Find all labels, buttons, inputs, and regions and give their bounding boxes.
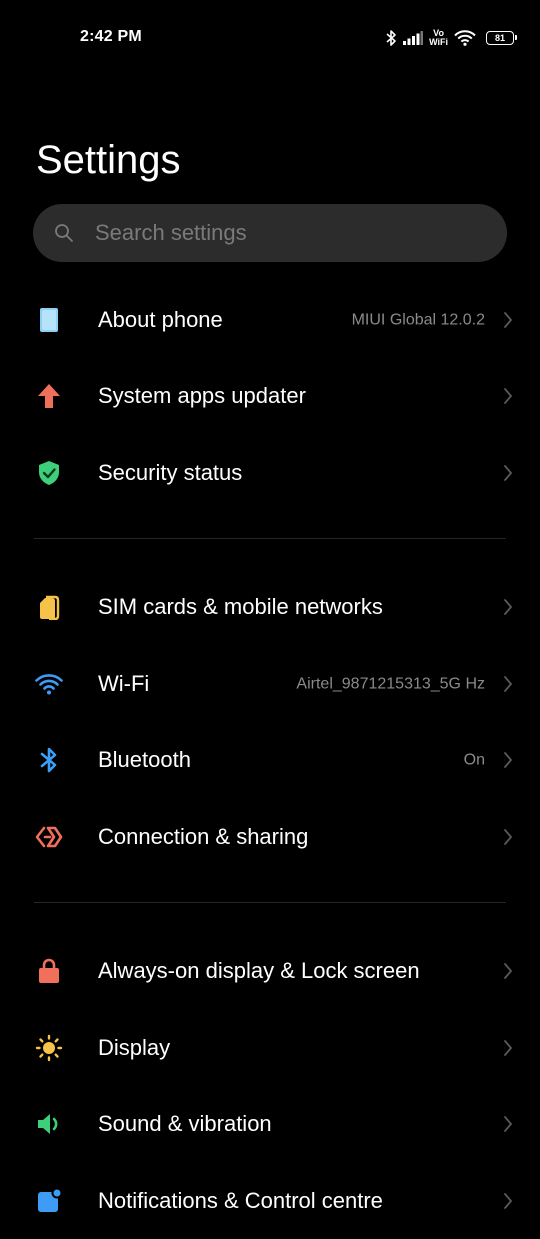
bluetooth-status-icon xyxy=(385,29,397,47)
settings-item-label: System apps updater xyxy=(98,383,306,408)
wifi-status-icon xyxy=(454,30,476,46)
settings-item-system-apps-updater[interactable]: System apps updater xyxy=(0,358,540,434)
vowifi-bottom: WiFi xyxy=(429,37,448,47)
battery-icon: 81 xyxy=(486,31,517,45)
signal-icon xyxy=(403,31,424,45)
chevron-right-icon xyxy=(502,464,514,482)
vowifi-icon: Vo WiFi xyxy=(429,29,448,47)
settings-item-sim-cards[interactable]: SIM cards & mobile networks xyxy=(0,569,540,645)
page-title: Settings xyxy=(36,138,181,182)
notifications-icon xyxy=(34,1186,64,1216)
search-bar[interactable] xyxy=(33,204,507,262)
chevron-right-icon xyxy=(502,751,514,769)
sun-icon xyxy=(34,1033,64,1063)
settings-item-value: MIUI Global 12.0.2 xyxy=(351,311,485,329)
settings-item-about-phone[interactable]: About phone MIUI Global 12.0.2 xyxy=(0,282,540,358)
bluetooth-icon xyxy=(34,745,64,775)
phone-info-icon xyxy=(34,305,64,335)
arrow-up-icon xyxy=(34,381,64,411)
connection-sharing-icon xyxy=(34,822,64,852)
settings-item-label: Bluetooth xyxy=(98,747,191,772)
settings-item-label: Display xyxy=(98,1035,171,1060)
settings-item-security-status[interactable]: Security status xyxy=(0,435,540,511)
speaker-icon xyxy=(34,1109,64,1139)
chevron-right-icon xyxy=(502,828,514,846)
settings-item-label: Connection & sharing xyxy=(98,824,309,849)
settings-item-label: Security status xyxy=(98,460,243,485)
settings-item-label: Always-on display & Lock screen xyxy=(98,958,420,983)
settings-item-display[interactable]: Display xyxy=(0,1010,540,1086)
status-icons: Vo WiFi 81 xyxy=(385,26,517,50)
wifi-icon xyxy=(34,669,64,699)
settings-item-label: SIM cards & mobile networks xyxy=(98,594,383,619)
chevron-right-icon xyxy=(502,311,514,329)
section-divider xyxy=(34,538,506,539)
lock-icon xyxy=(34,956,64,986)
chevron-right-icon xyxy=(502,962,514,980)
settings-item-label: Sound & vibration xyxy=(98,1111,272,1136)
settings-item-notifications[interactable]: Notifications & Control centre xyxy=(0,1163,540,1239)
settings-item-value: On xyxy=(463,751,485,769)
settings-item-connection-sharing[interactable]: Connection & sharing xyxy=(0,799,540,875)
status-bar: 2:42 PM Vo WiFi 81 xyxy=(0,0,540,76)
settings-item-label: Notifications & Control centre xyxy=(98,1188,383,1213)
sim-card-icon xyxy=(34,592,64,622)
settings-item-value: Airtel_9871215313_5G Hz xyxy=(296,675,485,693)
settings-item-label: Wi-Fi xyxy=(98,671,150,696)
chevron-right-icon xyxy=(502,675,514,693)
chevron-right-icon xyxy=(502,387,514,405)
settings-item-label: About phone xyxy=(98,307,223,332)
settings-item-sound-vibration[interactable]: Sound & vibration xyxy=(0,1086,540,1162)
search-icon xyxy=(53,222,75,244)
status-time: 2:42 PM xyxy=(80,28,142,45)
search-input[interactable] xyxy=(93,219,477,247)
shield-check-icon xyxy=(34,458,64,488)
chevron-right-icon xyxy=(502,598,514,616)
chevron-right-icon xyxy=(502,1192,514,1210)
battery-level: 81 xyxy=(494,33,505,43)
settings-item-always-on-display[interactable]: Always-on display & Lock screen xyxy=(0,933,540,1009)
settings-item-wifi[interactable]: Wi-Fi Airtel_9871215313_5G Hz xyxy=(0,646,540,722)
settings-item-bluetooth[interactable]: Bluetooth On xyxy=(0,722,540,798)
section-divider xyxy=(34,902,506,903)
chevron-right-icon xyxy=(502,1039,514,1057)
chevron-right-icon xyxy=(502,1115,514,1133)
